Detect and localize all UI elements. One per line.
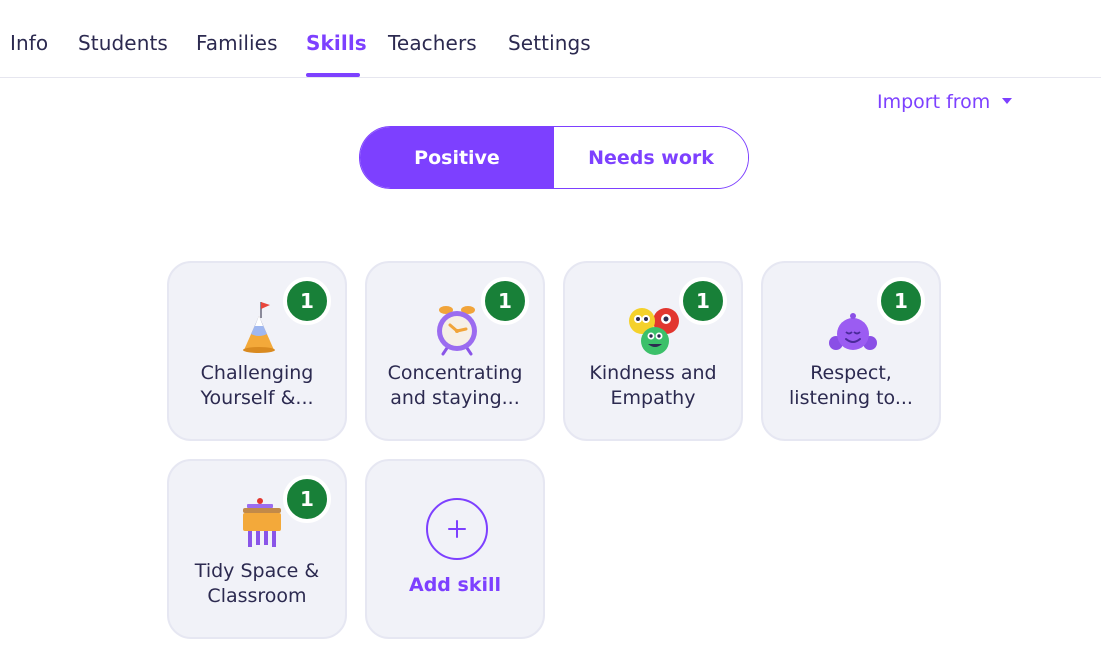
skill-card[interactable]: 1 Concentrating and staying... [365,261,545,441]
skill-label: Tidy Space & Classroom [194,560,320,607]
skill-card[interactable]: 1 Kindness and Empathy [563,261,743,441]
needs-work-toggle-button[interactable]: Needs work [554,127,748,188]
add-skill-label: Add skill [408,574,501,596]
count-badge: 1 [283,475,331,523]
tab-students[interactable]: Students [78,31,168,55]
skill-card[interactable]: 1 Tidy Space & Classroom [167,459,347,639]
skill-card[interactable]: 1 Respect, listening to... [761,261,941,441]
count-badge: 1 [877,277,925,325]
skill-type-toggle: Positive Needs work [359,126,749,189]
positive-toggle-button[interactable]: Positive [360,127,554,188]
caret-down-icon [1002,97,1013,104]
tab-skills[interactable]: Skills [306,31,367,55]
import-from-label: Import from [877,91,991,113]
plus-icon [426,498,488,560]
tab-families[interactable]: Families [196,31,278,55]
skill-card[interactable]: 1 Challenging Yourself &... [167,261,347,441]
count-badge: 1 [679,277,727,325]
skill-label: Respect, listening to... [789,362,913,409]
active-tab-indicator [306,73,360,77]
tab-settings[interactable]: Settings [508,31,591,55]
skill-label: Challenging Yourself &... [200,362,314,409]
tab-info[interactable]: Info [10,31,48,55]
count-badge: 1 [283,277,331,325]
tab-teachers[interactable]: Teachers [388,31,477,55]
import-from-button[interactable]: Import from [877,91,1013,113]
skill-label: Kindness and Empathy [589,362,717,409]
count-badge: 1 [481,277,529,325]
add-skill-card[interactable]: Add skill [365,459,545,639]
top-nav-tabs: Info Students Families Skills Teachers S… [0,0,1101,78]
skill-label: Concentrating and staying... [387,362,523,409]
